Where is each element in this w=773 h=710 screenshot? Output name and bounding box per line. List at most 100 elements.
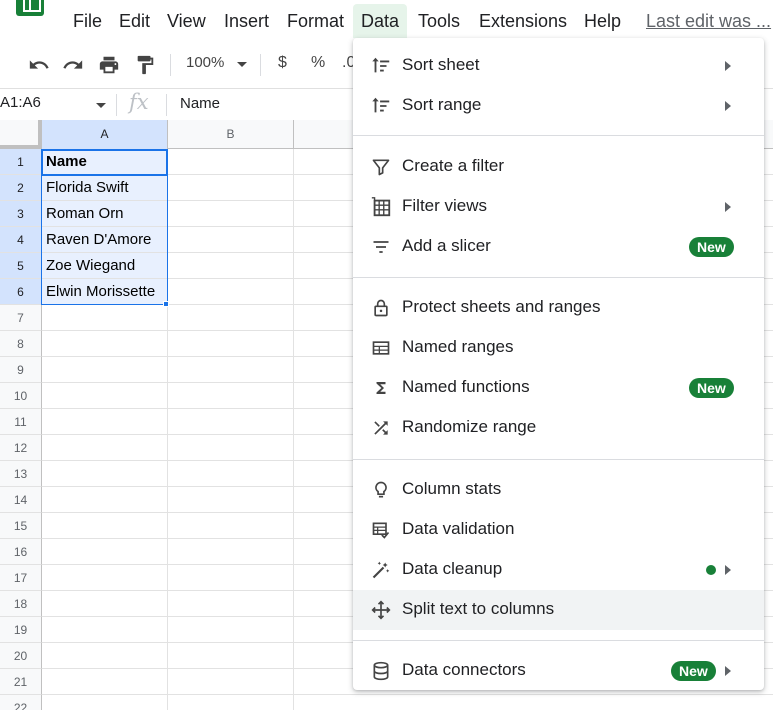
cell-b[interactable] [168,357,294,383]
row-header[interactable]: 22 [0,695,42,710]
last-edit-link[interactable]: Last edit was ... [646,8,771,34]
cell-b[interactable] [168,461,294,487]
row-header[interactable]: 6 [0,279,42,305]
row-header[interactable]: 17 [0,565,42,591]
menu-tools[interactable]: Tools [417,8,461,34]
sheets-logo-icon[interactable] [16,0,44,16]
cell-a[interactable]: Name [42,149,168,175]
menu-item-named-ranges[interactable]: Named ranges [353,328,764,368]
cell-b[interactable] [168,227,294,253]
row-header[interactable]: 9 [0,357,42,383]
row-header[interactable]: 3 [0,201,42,227]
cell-a[interactable] [42,513,168,539]
cell-b[interactable] [168,279,294,305]
chevron-down-icon[interactable] [237,62,247,67]
cell-a[interactable]: Florida Swift [42,175,168,201]
menu-item-named-functions[interactable]: Named functions New [353,368,764,408]
cell-a[interactable] [42,383,168,409]
menu-item-sort-range[interactable]: Sort range [353,86,764,126]
chevron-down-icon[interactable] [96,103,106,108]
menu-item-filter-views[interactable]: Filter views [353,187,764,227]
select-all-corner[interactable] [0,120,42,149]
paint-format-icon[interactable] [132,52,158,78]
row-header[interactable]: 2 [0,175,42,201]
menu-item-data-connectors[interactable]: Data connectors New [353,651,764,691]
cell-b[interactable] [168,253,294,279]
cell-a[interactable]: Raven D'Amore [42,227,168,253]
row-header[interactable]: 14 [0,487,42,513]
row-header[interactable]: 20 [0,643,42,669]
cell-b[interactable] [168,331,294,357]
cell-b[interactable] [168,201,294,227]
menu-item-randomize[interactable]: Randomize range [353,408,764,448]
cell-b[interactable] [168,617,294,643]
cell-a[interactable] [42,331,168,357]
cell-a[interactable]: Elwin Morissette [42,279,168,305]
menu-data[interactable]: Data [353,4,408,38]
column-header-a[interactable]: A [42,120,168,149]
row-header[interactable]: 7 [0,305,42,331]
menu-item-sort-sheet[interactable]: Sort sheet [353,46,764,86]
menu-item-split-text[interactable]: Split text to columns [353,590,764,630]
cell-b[interactable] [168,305,294,331]
cell-a[interactable] [42,617,168,643]
menu-item-data-validation[interactable]: Data validation [353,510,764,550]
row-header[interactable]: 5 [0,253,42,279]
cell-b[interactable] [168,149,294,175]
zoom-select[interactable]: 100% [186,54,224,71]
menu-item-protect[interactable]: Protect sheets and ranges [353,288,764,328]
row-header[interactable]: 1 [0,149,42,175]
row-header[interactable]: 15 [0,513,42,539]
cell-a[interactable] [42,305,168,331]
menu-help[interactable]: Help [583,8,622,34]
cell-a[interactable]: Zoe Wiegand [42,253,168,279]
menu-item-column-stats[interactable]: Column stats [353,470,764,510]
row-header[interactable]: 12 [0,435,42,461]
cell-a[interactable] [42,565,168,591]
cell-b[interactable] [168,513,294,539]
cell-b[interactable] [168,383,294,409]
percent-format-button[interactable]: % [311,54,325,72]
cell-a[interactable] [42,539,168,565]
name-box[interactable]: A1:A6 [0,94,41,111]
menu-item-create-filter[interactable]: Create a filter [353,147,764,187]
menu-item-data-cleanup[interactable]: Data cleanup [353,550,764,590]
row-header[interactable]: 21 [0,669,42,695]
cell-a[interactable] [42,695,168,710]
cell-a[interactable] [42,643,168,669]
cell-a[interactable] [42,435,168,461]
menu-format[interactable]: Format [286,8,345,34]
cell-b[interactable] [168,409,294,435]
cell-a[interactable] [42,487,168,513]
cell-b[interactable] [168,565,294,591]
menu-file[interactable]: File [72,8,103,34]
row-header[interactable]: 19 [0,617,42,643]
cell-c[interactable] [294,695,773,710]
cell-b[interactable] [168,669,294,695]
currency-format-button[interactable]: $ [278,54,287,72]
cell-a[interactable] [42,461,168,487]
menu-item-add-slicer[interactable]: Add a slicer New [353,227,764,267]
cell-a[interactable]: Roman Orn [42,201,168,227]
row-header[interactable]: 18 [0,591,42,617]
row-header[interactable]: 16 [0,539,42,565]
row-header[interactable]: 10 [0,383,42,409]
undo-icon[interactable] [26,52,52,78]
cell-b[interactable] [168,487,294,513]
column-header-b[interactable]: B [168,120,294,149]
cell-b[interactable] [168,435,294,461]
row-header[interactable]: 13 [0,461,42,487]
cell-a[interactable] [42,591,168,617]
cell-b[interactable] [168,175,294,201]
cell-b[interactable] [168,591,294,617]
cell-a[interactable] [42,669,168,695]
cell-b[interactable] [168,695,294,710]
menu-edit[interactable]: Edit [118,8,151,34]
row-header[interactable]: 4 [0,227,42,253]
fill-handle[interactable] [163,301,169,307]
cell-b[interactable] [168,643,294,669]
formula-input[interactable]: Name [180,95,220,112]
row-header[interactable]: 11 [0,409,42,435]
cell-b[interactable] [168,539,294,565]
menu-extensions[interactable]: Extensions [478,8,568,34]
